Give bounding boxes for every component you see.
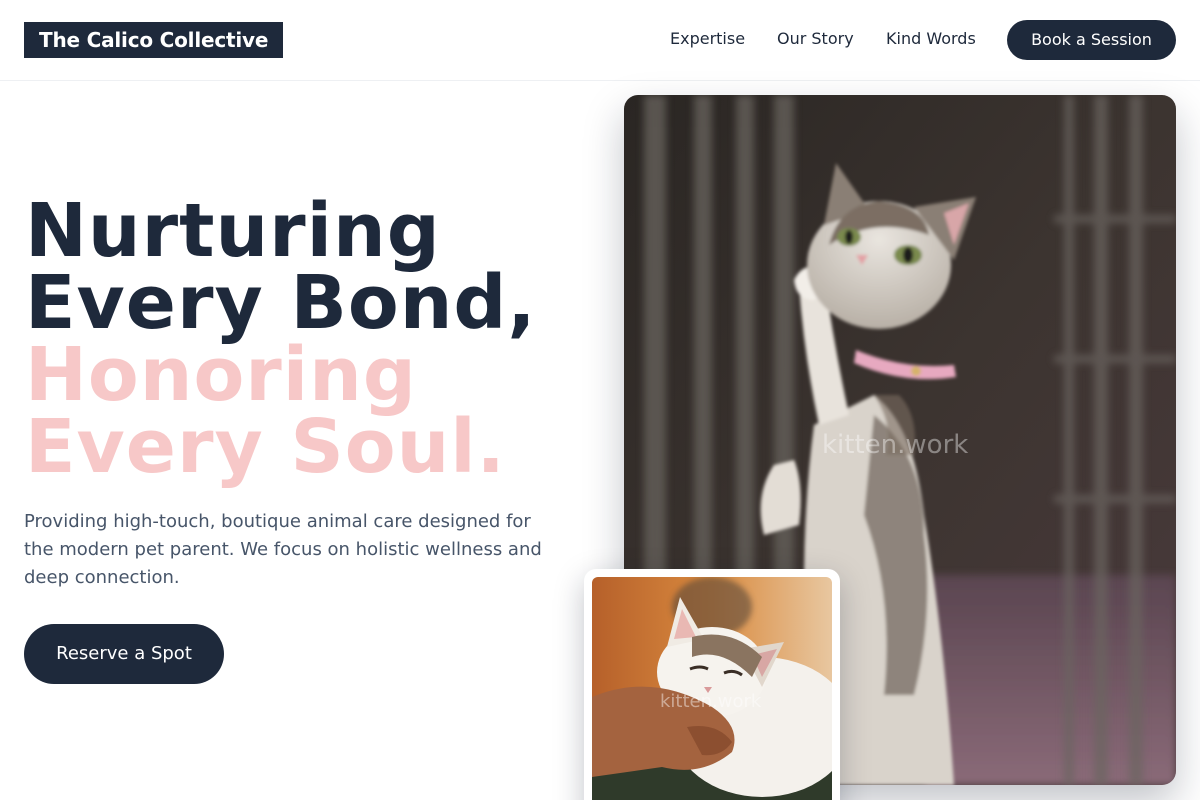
- nav-link-our-story[interactable]: Our Story: [777, 28, 854, 50]
- brand-logo[interactable]: The Calico Collective: [24, 22, 284, 58]
- kitten-scratch-photo: kitten.work: [592, 577, 832, 800]
- small-image-watermark: kitten.work: [660, 691, 762, 712]
- headline-line-1: Nurturing: [25, 188, 441, 274]
- hero-headline: Nurturing Every Bond, Honoring Every Sou…: [25, 188, 537, 490]
- small-photo-card: kitten.work: [584, 569, 840, 800]
- nav-link-kind-words[interactable]: Kind Words: [886, 28, 976, 50]
- headline-line-3: Honoring: [25, 332, 417, 418]
- reserve-spot-button[interactable]: Reserve a Spot: [24, 624, 224, 684]
- main-image-watermark: kitten.work: [822, 430, 968, 460]
- nav-link-expertise[interactable]: Expertise: [670, 28, 745, 50]
- site-header: The Calico Collective Expertise Our Stor…: [0, 0, 1200, 81]
- book-session-button[interactable]: Book a Session: [1007, 20, 1176, 60]
- headline-line-2: Every Bond,: [25, 260, 537, 346]
- hero-description: Providing high-touch, boutique animal ca…: [24, 511, 542, 588]
- headline-line-4: Every Soul.: [25, 404, 506, 490]
- kitten-chin-scratch-image: kitten.work: [592, 577, 832, 800]
